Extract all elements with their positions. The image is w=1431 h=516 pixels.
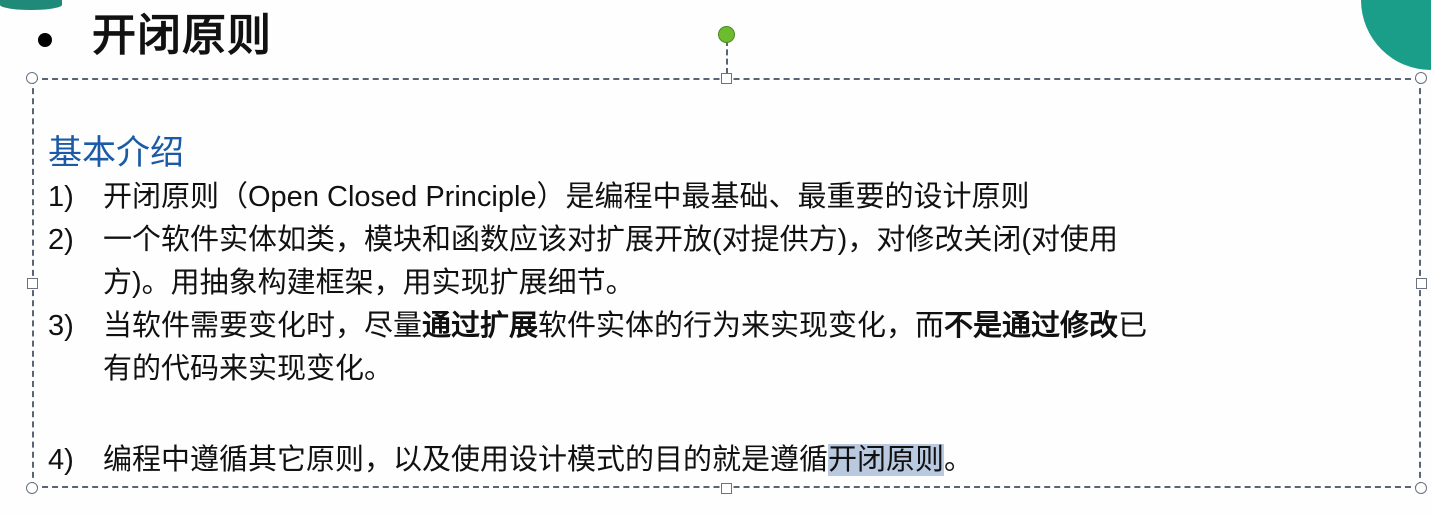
- text-segment: 有的代码来实现变化。: [103, 353, 394, 385]
- resize-handle-bottom-right[interactable]: [1415, 482, 1427, 494]
- selected-text: 开闭原则: [828, 444, 945, 476]
- text-segment: 软件实体的行为来实现变化，而: [538, 310, 945, 342]
- resize-handle-right[interactable]: [1416, 278, 1427, 289]
- text-segment: 编程中遵循其它原则，以及使用设计模式的目的就是遵循: [103, 444, 829, 476]
- list-number: 1): [48, 181, 74, 213]
- resize-handle-left[interactable]: [27, 278, 38, 289]
- text-line: 有的代码来实现变化。: [103, 348, 1403, 391]
- resize-handle-top-right[interactable]: [1415, 72, 1427, 84]
- text-segment: 开闭原则（Open Closed Principle）是编程中最基础、最重要的设…: [103, 181, 1030, 213]
- resize-handle-top[interactable]: [721, 73, 732, 84]
- bold-text: 不是通过修改: [944, 310, 1119, 342]
- text-line: 开闭原则（Open Closed Principle）是编程中最基础、最重要的设…: [103, 176, 1403, 219]
- list-text: 编程中遵循其它原则，以及使用设计模式的目的就是遵循开闭原则。: [103, 439, 1403, 482]
- resize-handle-bottom-left[interactable]: [26, 482, 38, 494]
- list-number: 4): [48, 444, 74, 476]
- text-segment: 一个软件实体如类，模块和函数应该对扩展开放(对提供方)，对修改关闭(对使用: [103, 224, 1118, 256]
- list-text: 当软件需要变化时，尽量通过扩展软件实体的行为来实现变化，而不是通过修改已有的代码…: [103, 305, 1403, 391]
- text-line: 一个软件实体如类，模块和函数应该对扩展开放(对提供方)，对修改关闭(对使用: [103, 219, 1403, 262]
- text-segment: 。: [944, 444, 974, 476]
- bold-text: 通过扩展: [422, 310, 539, 342]
- list-text: 一个软件实体如类，模块和函数应该对扩展开放(对提供方)，对修改关闭(对使用 方)。…: [103, 219, 1403, 305]
- bullet-icon: [38, 33, 52, 47]
- text-segment: 方)。用抽象构建框架，用实现扩展细节。: [103, 267, 635, 299]
- list-text: 开闭原则（Open Closed Principle）是编程中最基础、最重要的设…: [103, 176, 1403, 219]
- list-number: 3): [48, 310, 74, 342]
- list-number: 2): [48, 224, 74, 256]
- resize-handle-top-left[interactable]: [26, 72, 38, 84]
- text-line: 当软件需要变化时，尽量通过扩展软件实体的行为来实现变化，而不是通过修改已: [103, 305, 1403, 348]
- section-heading: 基本介绍: [48, 134, 184, 172]
- rotate-handle-line: [726, 40, 728, 74]
- slide-title[interactable]: 开闭原则: [92, 8, 272, 64]
- text-segment: 已: [1118, 310, 1148, 342]
- text-line: 编程中遵循其它原则，以及使用设计模式的目的就是遵循开闭原则。: [103, 439, 1403, 482]
- slide-decoration-arc: [1361, 0, 1431, 70]
- rotate-handle[interactable]: [718, 26, 735, 43]
- text-segment: 当软件需要变化时，尽量: [103, 310, 423, 342]
- resize-handle-bottom[interactable]: [721, 483, 732, 494]
- text-line: 方)。用抽象构建框架，用实现扩展细节。: [103, 262, 1403, 305]
- slide-decoration-circle: [0, 0, 62, 10]
